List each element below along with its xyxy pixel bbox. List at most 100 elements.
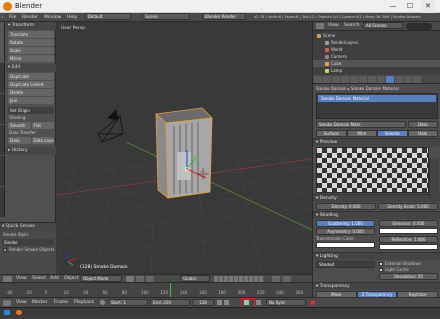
render-layers-tab-icon[interactable] <box>323 76 331 83</box>
manipulator-icon[interactable] <box>146 276 154 282</box>
world-tab-icon[interactable] <box>341 76 349 83</box>
outliner-row[interactable]: World <box>313 46 440 53</box>
scene-selector[interactable]: Scene <box>142 13 191 20</box>
material-slot-list[interactable]: Smoke Domain Material <box>316 93 438 119</box>
close-button[interactable]: ✕ <box>421 0 435 13</box>
join-button[interactable]: Join <box>8 97 54 104</box>
use-preview-range-icon[interactable] <box>100 300 105 305</box>
outliner-display-mode[interactable]: All Scenes <box>363 22 403 29</box>
scattering-field[interactable]: Scattering: 1.000 <box>316 220 375 227</box>
menu-view[interactable]: View <box>14 274 29 283</box>
minimize-button[interactable]: — <box>386 0 400 13</box>
set-origin-dropdown[interactable]: Set Origin <box>8 107 54 114</box>
maximize-button[interactable]: ☐ <box>403 0 417 13</box>
duplicate-button[interactable]: Duplicate <box>8 73 54 80</box>
timeline-menu-view[interactable]: View <box>14 298 29 307</box>
data-layout-transfer-button[interactable]: Data Layo <box>31 137 54 144</box>
data-transfer-button[interactable]: Data <box>8 137 31 144</box>
outliner-row[interactable]: RenderLayers <box>313 39 440 46</box>
transparency-raytrace[interactable]: Raytrace <box>397 291 439 298</box>
end-frame-field[interactable]: End: 250 <box>150 299 190 306</box>
timeline-menu-frame[interactable]: Frame <box>52 298 70 307</box>
material-slot-item[interactable]: Smoke Domain Material <box>318 95 436 102</box>
constraints-tab-icon[interactable] <box>359 76 367 83</box>
emission-field[interactable]: Emission: 0.000 <box>379 220 438 227</box>
outliner-row[interactable]: Lamp <box>313 67 440 74</box>
type-halo[interactable]: Halo <box>407 130 438 137</box>
type-volume[interactable]: Volume <box>377 130 408 137</box>
object-tab-icon[interactable] <box>350 76 358 83</box>
render-preview-icon[interactable] <box>283 276 291 282</box>
smoke-style-dropdown[interactable]: Smoke <box>2 239 54 246</box>
scene-tab-icon[interactable] <box>332 76 340 83</box>
info-editor-icon[interactable]: i <box>0 13 5 22</box>
preview-panel-header[interactable]: ▾ Preview <box>313 138 440 146</box>
lighting-panel-header[interactable]: ▾ Lighting <box>313 252 440 260</box>
flat-button[interactable]: Flat <box>31 122 54 129</box>
current-frame-field[interactable]: 128 <box>192 299 214 306</box>
tab-grease-pencil[interactable] <box>0 187 5 217</box>
menu-select[interactable]: Select <box>30 274 48 283</box>
tab-animation[interactable] <box>0 125 5 155</box>
smooth-button[interactable]: Smooth <box>8 122 31 129</box>
outliner-search-input[interactable] <box>406 23 432 30</box>
play-icon[interactable] <box>244 300 249 305</box>
preview-type-buttons[interactable] <box>429 158 439 198</box>
render-engine-selector[interactable]: Blender Render <box>202 13 246 20</box>
smoke-domain-object[interactable] <box>155 107 213 199</box>
emission-color-swatch[interactable] <box>379 228 438 234</box>
density-scale-field[interactable]: Density Scale: 5.000 <box>378 203 438 210</box>
tab-create[interactable] <box>0 63 5 93</box>
reflection-color-swatch[interactable] <box>379 244 438 250</box>
layout-selector[interactable]: Default <box>84 13 131 20</box>
transmission-color-swatch[interactable] <box>316 242 375 248</box>
outliner-menu-search[interactable]: Search <box>342 21 361 30</box>
type-surface[interactable]: Surface <box>316 130 347 137</box>
jump-start-icon[interactable] <box>217 300 222 305</box>
menu-add[interactable]: Add <box>48 274 61 283</box>
layer-buttons[interactable] <box>214 276 264 282</box>
menu-object[interactable]: Object <box>62 274 81 283</box>
rotate-button[interactable]: Rotate <box>8 39 54 46</box>
timeline-editor-type-icon[interactable] <box>3 300 11 306</box>
particles-tab-icon[interactable] <box>404 76 412 83</box>
reflection-field[interactable]: Reflection: 1.000 <box>379 236 438 243</box>
play-reverse-icon[interactable] <box>224 300 229 305</box>
texture-tab-icon[interactable] <box>395 76 403 83</box>
outliner-row[interactable]: Camera <box>313 53 440 60</box>
tab-tools[interactable] <box>0 22 5 62</box>
taskbar-blender-icon[interactable] <box>16 310 22 315</box>
viewport-shading-icon[interactable] <box>126 276 134 282</box>
camera-object[interactable] <box>97 109 124 143</box>
transparency-z[interactable]: Z Transparency <box>356 291 398 298</box>
outliner-menu-view[interactable]: View <box>326 21 341 30</box>
scale-button[interactable]: Scale <box>8 47 54 54</box>
timeline-menu-playback[interactable]: Playback <box>72 298 96 307</box>
outliner-editor-type-icon[interactable] <box>316 23 324 29</box>
shading-panel-header[interactable]: ▾ Shading <box>313 211 440 219</box>
density-panel-header[interactable]: ▾ Density <box>313 194 440 202</box>
tab-physics[interactable] <box>0 156 5 186</box>
density-field[interactable]: Density: 0.000 <box>316 203 376 210</box>
edit-panel-header[interactable]: ▾ Edit <box>6 64 56 72</box>
3d-viewport[interactable]: User Persp (128) Smoke Domain <box>56 22 312 274</box>
transparency-mask[interactable]: Mask <box>316 291 357 298</box>
pivot-point-icon[interactable] <box>136 276 144 282</box>
menu-help[interactable]: Help <box>65 13 79 22</box>
timeline[interactable]: -40 -20 0 20 40 60 80 100 120 140 160 180 200 220 240 2… <box>0 283 312 297</box>
data-tab-icon[interactable] <box>377 76 385 83</box>
menu-file[interactable]: File <box>7 13 19 22</box>
lighting-mode-dropdown[interactable]: Shaded <box>316 261 375 268</box>
windows-start-icon[interactable] <box>4 310 10 315</box>
asymmetry-field[interactable]: Asymmetry: 0.000 <box>316 228 375 235</box>
mode-selector[interactable]: Object Mode <box>80 275 122 282</box>
start-frame-field[interactable]: Start: 1 <box>108 299 148 306</box>
render-tab-icon[interactable] <box>314 76 322 83</box>
resolution-field[interactable]: Resolution: 50 <box>379 273 438 280</box>
tab-relations[interactable] <box>0 94 5 124</box>
transparency-panel-header[interactable]: ▾ Transparency <box>313 282 440 290</box>
outliner-row[interactable]: Cube <box>313 60 440 67</box>
operator-panel-header[interactable]: ▾ Quick Smoke <box>0 223 56 231</box>
menu-window[interactable]: Window <box>42 13 64 22</box>
material-tab-icon[interactable] <box>386 76 394 83</box>
